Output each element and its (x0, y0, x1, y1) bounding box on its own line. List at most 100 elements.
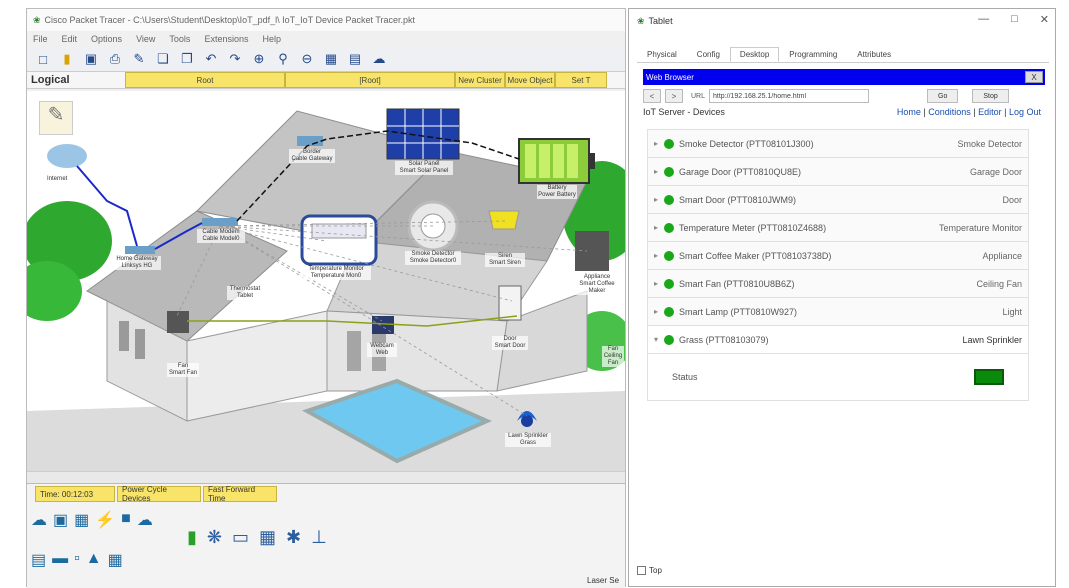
smart-door-device (498, 285, 522, 321)
device-row[interactable]: ▸ Garage Door (PTT0810QU8E) Garage Door (647, 157, 1029, 185)
router-icon[interactable]: ▤ (31, 550, 46, 584)
palette-icon[interactable]: ▦ (321, 50, 341, 68)
link-home[interactable]: Home (897, 107, 921, 117)
end-devices-icon[interactable]: ▣ (53, 510, 68, 546)
minimize-icon[interactable]: — (978, 13, 989, 26)
realtime-label: Laser Se (587, 576, 620, 585)
main-title: Cisco Packet Tracer - C:\Users\Student\D… (44, 15, 416, 25)
device-row[interactable]: ▸ Smoke Detector (PTT08101J300) Smoke De… (647, 129, 1029, 157)
network-info-icon[interactable]: ☁ (369, 50, 389, 68)
link-editor[interactable]: Editor (978, 107, 1002, 117)
components-icon[interactable]: ▦ (74, 510, 89, 546)
menu-extensions[interactable]: Extensions (204, 34, 248, 44)
top-option[interactable]: Top (637, 566, 662, 575)
browser-nav-bar: < > URL Go Stop (643, 88, 1045, 104)
expand-icon[interactable]: ▸ (654, 167, 664, 176)
menu-options[interactable]: Options (91, 34, 122, 44)
tablet-tabs: Physical Config Desktop Programming Attr… (637, 47, 1049, 63)
new-icon[interactable]: □ (33, 50, 53, 68)
zoom-reset-icon[interactable]: ⚲ (273, 50, 293, 68)
open-icon[interactable]: ▮ (57, 50, 77, 68)
multiuser-icon[interactable]: ☁ (137, 510, 153, 546)
hub-icon[interactable]: ▫ (74, 550, 80, 584)
security-icon[interactable]: ▦ (108, 550, 123, 584)
window-2 (135, 329, 145, 359)
workspace-scrollbar[interactable] (27, 471, 625, 483)
new-cluster-button[interactable]: New Cluster (455, 72, 505, 88)
root-button[interactable]: Root (125, 72, 285, 88)
move-object-button[interactable]: Move Object (505, 72, 555, 88)
back-button[interactable]: < (643, 89, 661, 103)
link-logout[interactable]: Log Out (1009, 107, 1041, 117)
custom-device-icon[interactable]: ▤ (345, 50, 365, 68)
browser-close-button[interactable]: X (1025, 71, 1043, 83)
print-icon[interactable]: ⎙ (105, 50, 125, 68)
url-input[interactable] (709, 89, 870, 103)
connections-icon[interactable]: ⚡ (95, 510, 115, 546)
solar-palette-icon[interactable]: ▦ (259, 527, 276, 548)
url-label: URL (691, 92, 706, 100)
expand-icon[interactable]: ▸ (654, 139, 664, 148)
sprinkler-palette-icon[interactable]: ✱ (286, 527, 301, 548)
zoom-out-icon[interactable]: ⊖ (297, 50, 317, 68)
link-conditions[interactable]: Conditions (928, 107, 971, 117)
tablet-device-icon[interactable]: ✎ (39, 101, 73, 135)
network-devices-icon[interactable]: ☁ (31, 510, 47, 546)
tab-programming[interactable]: Programming (779, 47, 847, 62)
fast-forward-button[interactable]: Fast Forward Time (203, 485, 277, 503)
monitor-palette-icon[interactable]: ▭ (232, 527, 249, 548)
menu-file[interactable]: File (33, 34, 48, 44)
switch-icon[interactable]: ▬ (52, 550, 68, 584)
maximize-icon[interactable]: □ (1011, 13, 1018, 26)
expand-icon[interactable]: ▸ (654, 195, 664, 204)
menu-tools[interactable]: Tools (169, 34, 190, 44)
device-name: Smart Fan (PTT0810U8B6Z) (679, 278, 795, 289)
menu-help[interactable]: Help (262, 34, 281, 44)
label-solar-panel: Solar Panel Smart Solar Panel (395, 161, 453, 175)
expand-icon[interactable]: ▸ (654, 307, 664, 316)
save-icon[interactable]: ▣ (81, 50, 101, 68)
internet-cloud-device (47, 144, 87, 168)
time-display: Time: 00:12:03 (35, 486, 115, 502)
status-toggle[interactable] (974, 369, 1004, 385)
device-row[interactable]: ▸ Smart Lamp (PTT0810W927) Light (647, 297, 1029, 325)
device-subcategory-row: ▤ ▬ ▫ ▲ ▦ (31, 550, 181, 584)
device-row[interactable]: ▸ Smart Fan (PTT0810U8B6Z) Ceiling Fan (647, 269, 1029, 297)
tab-physical[interactable]: Physical (637, 47, 687, 62)
misc-icon[interactable]: ■ (121, 510, 131, 546)
logical-workspace[interactable]: Internet Cable Modem Cable Model0 Home Ga… (27, 91, 625, 471)
battery-palette-icon[interactable]: ▮ (187, 527, 197, 548)
expand-icon[interactable]: ▸ (654, 279, 664, 288)
wireless-icon[interactable]: ▲ (86, 550, 102, 584)
device-row[interactable]: ▸ Temperature Meter (PTT0810Z4688) Tempe… (647, 213, 1029, 241)
fan-palette-icon[interactable]: ❋ (207, 527, 222, 548)
collapse-icon[interactable]: ▾ (654, 335, 664, 344)
device-type: Lawn Sprinkler (962, 334, 1022, 345)
menu-edit[interactable]: Edit (62, 34, 78, 44)
set-tiled-button[interactable]: Set T (555, 72, 607, 88)
antenna-palette-icon[interactable]: ⊥ (311, 527, 327, 548)
tab-config[interactable]: Config (687, 47, 730, 62)
expand-icon[interactable]: ▸ (654, 251, 664, 260)
device-row[interactable]: ▸ Smart Coffee Maker (PTT08103738D) Appl… (647, 241, 1029, 269)
redo-icon[interactable]: ↷ (225, 50, 245, 68)
forward-button[interactable]: > (665, 89, 683, 103)
stop-button[interactable]: Stop (972, 89, 1009, 103)
device-row-expanded[interactable]: ▾ Grass (PTT08103079) Lawn Sprinkler (647, 325, 1029, 353)
go-button[interactable]: Go (927, 89, 959, 103)
activity-wizard-icon[interactable]: ✎ (129, 50, 149, 68)
device-row[interactable]: ▸ Smart Door (PTT0810JWM9) Door (647, 185, 1029, 213)
undo-icon[interactable]: ↶ (201, 50, 221, 68)
menu-view[interactable]: View (136, 34, 155, 44)
zoom-in-icon[interactable]: ⊕ (249, 50, 269, 68)
top-checkbox[interactable] (637, 566, 646, 575)
copy-icon[interactable]: ❏ (153, 50, 173, 68)
expand-icon[interactable]: ▸ (654, 223, 664, 232)
power-cycle-button[interactable]: Power Cycle Devices (117, 485, 201, 503)
paste-icon[interactable]: ❐ (177, 50, 197, 68)
tab-desktop[interactable]: Desktop (729, 47, 780, 62)
close-icon[interactable]: ✕ (1040, 13, 1049, 26)
tab-attributes[interactable]: Attributes (847, 47, 901, 62)
logical-label[interactable]: Logical (27, 74, 125, 86)
root-path[interactable]: [Root] (285, 72, 455, 88)
